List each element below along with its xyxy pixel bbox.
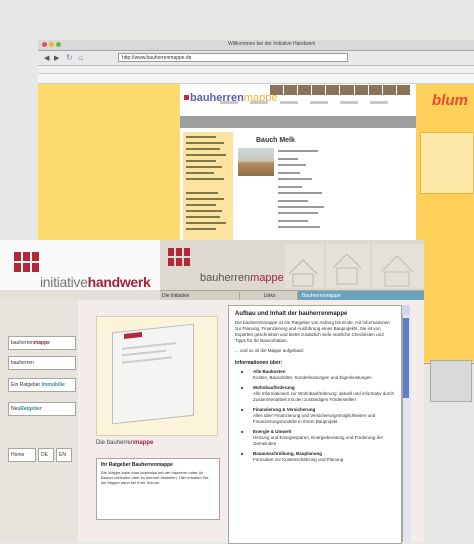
tab-bar <box>38 74 474 84</box>
back-page-heading: Bauch Melk <box>256 137 295 144</box>
castle-photo <box>238 148 274 176</box>
main-heading: Aufbau und Inhalt der bauherrenmappe <box>235 311 348 317</box>
language-de-button[interactable]: DE <box>38 448 54 462</box>
main-intro-2: ... und so ist die Mappe aufgebaut: <box>235 348 305 353</box>
nav-item-links[interactable]: Links <box>240 292 298 300</box>
left-button-bauherrenmappe[interactable]: bauherrenmappe <box>8 336 76 350</box>
close-dot-icon[interactable] <box>42 42 47 47</box>
nav-item-initiative[interactable]: Die Initiative <box>160 292 240 300</box>
left-button-neu[interactable]: NeuRatgeber <box>8 402 76 416</box>
reload-icon[interactable]: ↻ <box>66 53 73 62</box>
back-right-thumbnail <box>430 360 472 402</box>
zoom-dot-icon[interactable] <box>56 42 61 47</box>
language-en-button[interactable]: EN <box>56 448 72 462</box>
list-item: Finanzierung & VersicherungAlles über Fi… <box>239 407 401 425</box>
back-search-bar <box>180 116 416 128</box>
header-thumbnails <box>270 85 410 95</box>
bookmarks-bar <box>38 66 474 74</box>
back-window-title: Willkommen bei der Initiative Handwerk <box>228 41 316 47</box>
info-list: Alle BaukostenKosten, Bauschritte, Sonde… <box>239 369 401 463</box>
initiative-handwerk-wordmark: initiativehandwerk <box>40 274 151 290</box>
left-button-bauherren[interactable]: bauherren <box>8 356 76 370</box>
forward-arrow-icon[interactable]: ▶ <box>54 54 59 62</box>
info-box-body: Die Mappe kann man kostenlos bei der bau… <box>101 470 209 485</box>
list-item: WohnbauförderungAlle Informationen zur W… <box>239 385 401 403</box>
blum-logo[interactable]: blum <box>432 92 468 109</box>
scrollbar-thumb[interactable] <box>403 318 409 398</box>
list-item: Energie & UmweltHeizung und Energiespare… <box>239 429 401 447</box>
info-box-title: Ihr Ratgeber Bauherrenmappe <box>101 462 173 468</box>
back-nav <box>220 101 410 106</box>
house-sketch-graphic <box>285 244 424 288</box>
home-icon[interactable]: ⌂ <box>78 53 83 62</box>
bauherrenmappe-wordmark: bauherrenmappe <box>200 272 284 284</box>
address-bar[interactable]: http://www.bauherrenmappe.de <box>118 53 348 62</box>
info-box: Ihr Ratgeber Bauherrenmappe Die Mappe ka… <box>96 458 220 520</box>
back-right-panel <box>420 132 474 194</box>
list-item: Alle BaukostenKosten, Bauschritte, Sonde… <box>239 369 401 381</box>
back-arrow-icon[interactable]: ◀ <box>44 54 49 62</box>
main-intro: Die bauherrenmappe ist ein Ratgeber von … <box>235 320 390 343</box>
left-button-ratgeber[interactable]: Ein Ratgeber Immobilie <box>8 378 76 392</box>
home-button[interactable]: Home <box>8 448 36 462</box>
book-caption: Die bauherrenmappe <box>96 440 154 446</box>
section-title: Informationen über: <box>235 360 283 366</box>
back-window-titlebar: Willkommen bei der Initiative Handwerk <box>38 40 474 51</box>
back-right-margin <box>416 84 474 362</box>
bauherren-logo-mark <box>184 95 189 100</box>
minimize-dot-icon[interactable] <box>49 42 54 47</box>
scroll-up-button[interactable] <box>402 305 410 315</box>
main-text-panel: Aufbau und Inhalt der bauherrenmappe Die… <box>228 305 402 544</box>
list-item: Bauausschreibung, BauplanungFormulare zu… <box>239 451 401 463</box>
nav-item-bauherrenmappe[interactable]: Bauherrenmappe <box>300 292 424 300</box>
